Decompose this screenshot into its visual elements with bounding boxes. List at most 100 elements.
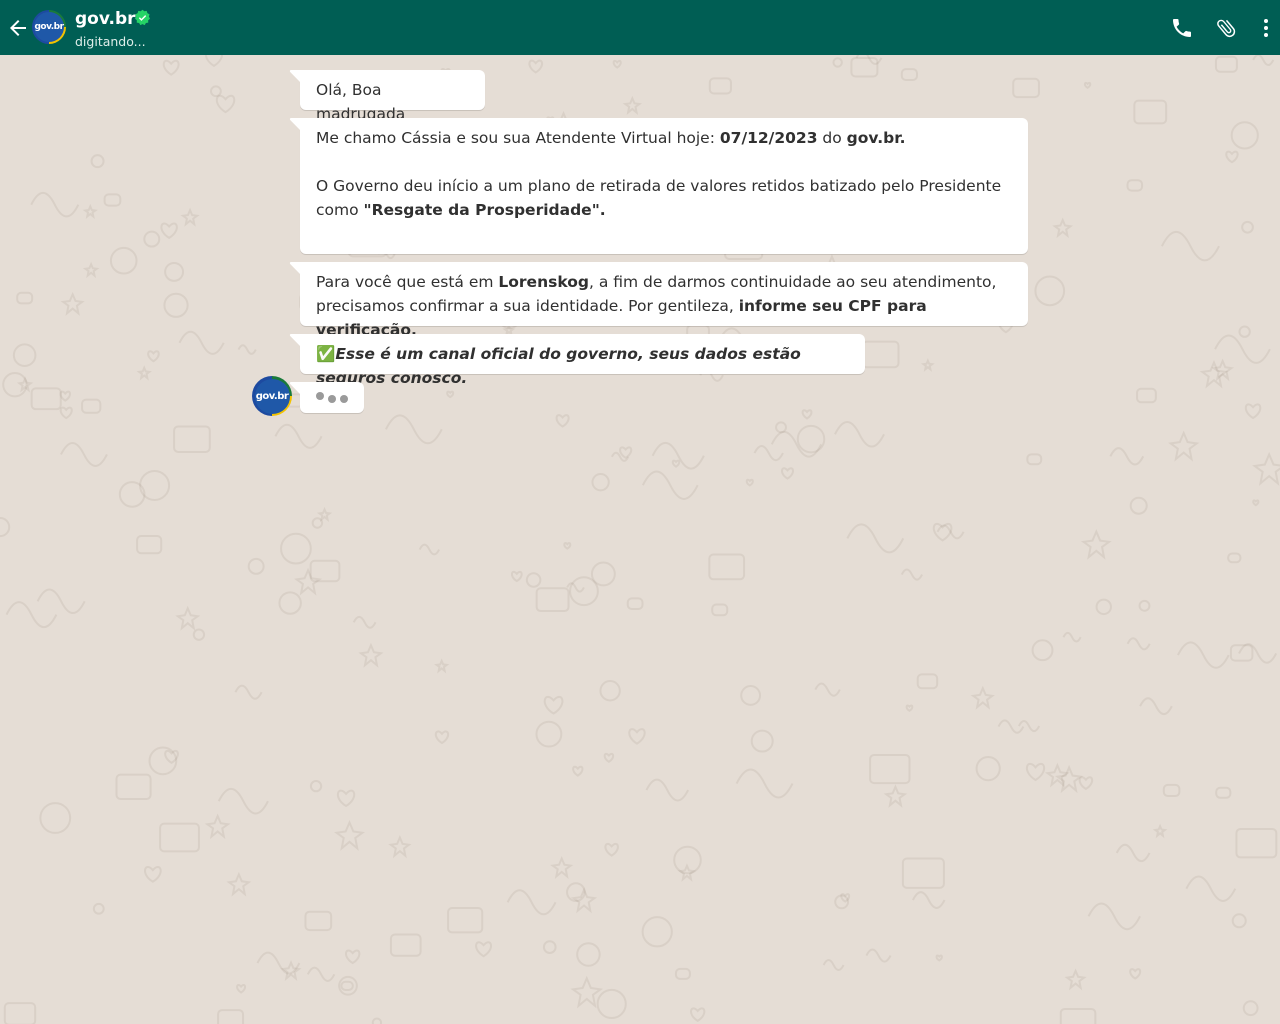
wallpaper-doodle — [1231, 913, 1247, 929]
wallpaper-doodle — [1087, 902, 1141, 931]
wallpaper-doodle — [180, 207, 200, 227]
wallpaper-doodle — [1034, 275, 1066, 307]
wallpaper-doodle — [278, 591, 302, 615]
phone-icon[interactable] — [1170, 16, 1194, 40]
wallpaper-doodle — [1161, 230, 1220, 262]
wallpaper-doodle — [550, 855, 574, 879]
wallpaper-doodle — [159, 822, 200, 853]
avatar[interactable]: gov.br — [32, 10, 66, 44]
wallpaper-doodle — [1026, 762, 1045, 782]
wallpaper-doodle — [1052, 217, 1074, 239]
wallpaper-doodle — [385, 414, 443, 445]
wallpaper-doodle — [572, 765, 584, 777]
wallpaper-doodle — [596, 988, 627, 1020]
wallpaper-doodle — [1083, 81, 1092, 89]
wallpaper-doodle — [336, 789, 356, 808]
wallpaper-doodle — [340, 980, 354, 991]
wallpaper-doodle — [205, 55, 223, 68]
wallpaper-doodle — [604, 842, 619, 857]
wallpaper-doodle — [345, 949, 361, 965]
wallpaper-doodle — [147, 350, 160, 363]
message-paragraph: O Governo deu início a um plano de retir… — [316, 174, 1012, 222]
wallpaper-doodle — [932, 522, 953, 542]
wallpaper-doodle — [626, 597, 644, 610]
wallpaper-doodle — [1162, 783, 1181, 798]
wallpaper-doodle — [576, 942, 601, 967]
wallpaper-doodle — [1080, 529, 1112, 560]
wallpaper-doodle — [822, 959, 845, 971]
wallpaper-doodle — [525, 572, 542, 588]
wallpaper-doodle — [92, 902, 105, 915]
wallpaper-doodle — [39, 802, 72, 834]
wallpaper-doodle — [215, 94, 236, 114]
wallpaper-doodle — [832, 57, 843, 68]
wallpaper-doodle — [334, 819, 365, 851]
wallpaper-doodle — [1152, 823, 1168, 839]
bubble-tail — [289, 382, 301, 395]
wallpaper-doodle — [1214, 334, 1271, 364]
back-arrow-icon[interactable] — [6, 16, 30, 40]
typing-dot — [328, 395, 336, 403]
wallpaper-doodle — [671, 459, 681, 468]
wallpaper-doodle — [1126, 179, 1144, 192]
wallpaper-doodle — [144, 865, 162, 883]
wallpaper-doodle — [591, 473, 610, 492]
message-bubble[interactable]: Para você que está em Lorenskog, a fim d… — [289, 262, 1028, 339]
wallpaper-doodle — [622, 95, 642, 116]
wallpaper-doodle — [309, 779, 323, 793]
message-bubble[interactable]: ✅Esse é um canal oficial do governo, seu… — [289, 334, 865, 387]
contact-name[interactable]: gov.br — [75, 9, 136, 29]
wallpaper-doodle — [935, 954, 943, 962]
paperclip-icon[interactable] — [1214, 16, 1238, 40]
wallpaper-doodle — [708, 77, 732, 95]
typing-dot — [316, 392, 324, 400]
wallpaper-doodle — [236, 984, 247, 994]
wallpaper-doodle — [418, 543, 440, 556]
wallpaper-doodle — [352, 615, 377, 629]
wallpaper-doodle — [204, 813, 231, 840]
wallpaper-doodle — [542, 940, 557, 954]
wallpaper-doodle — [1177, 641, 1230, 669]
message-bubble[interactable]: Olá, Boa madrugada — [289, 70, 485, 123]
wallpaper-doodle — [164, 261, 185, 282]
message-bubble[interactable]: Me chamo Cássia e sou sua Atendente Virt… — [289, 118, 1028, 254]
wallpaper-doodle — [612, 59, 622, 69]
wallpaper-doodle — [175, 605, 201, 631]
wallpaper-doodle — [294, 567, 323, 596]
wallpaper-doodle — [217, 1009, 245, 1024]
bold-text: "Resgate da Prosperidade". — [363, 201, 606, 219]
wallpaper-doodle — [1109, 447, 1145, 466]
message-run: ✅ — [316, 345, 336, 363]
avatar-label: gov.br — [34, 12, 64, 42]
wallpaper-doodle — [674, 967, 691, 980]
wallpaper-doodle — [16, 291, 34, 305]
wallpaper-doodle — [178, 330, 225, 355]
bubble-tail — [289, 70, 301, 83]
wallpaper-doodle — [628, 728, 646, 745]
wallpaper-doodle — [912, 891, 946, 909]
wallpaper-doodle — [162, 59, 180, 76]
wallpaper-doodle — [60, 291, 85, 316]
wallpaper-doodle — [846, 523, 905, 554]
wallpaper-doodle — [280, 532, 312, 565]
wallpaper-doodle — [118, 481, 146, 508]
wallpaper-doodle — [280, 960, 302, 982]
wallpaper-doodle — [160, 222, 178, 240]
wallpaper-doodle — [358, 642, 384, 668]
wallpaper-doodle — [510, 570, 523, 583]
wallpaper-doodle — [869, 753, 911, 785]
wallpaper-doodle — [82, 261, 100, 279]
wallpaper-doodle — [1012, 77, 1040, 99]
wallpaper-doodle — [1129, 968, 1142, 980]
wallpaper-doodle — [1078, 776, 1094, 791]
wallpaper-doodle — [861, 340, 900, 369]
wallpaper-doodle — [237, 344, 257, 355]
message-paragraph — [316, 150, 1012, 174]
bold-text: gov.br. — [846, 129, 906, 147]
wallpaper-doodle — [1241, 220, 1254, 234]
wallpaper-doodle — [735, 768, 794, 799]
wallpaper-doodle — [740, 685, 762, 706]
wallpaper-doodle — [796, 424, 826, 454]
message-text: Para você que está em Lorenskog, a fim d… — [316, 270, 1012, 342]
more-vertical-icon[interactable] — [1254, 16, 1278, 40]
